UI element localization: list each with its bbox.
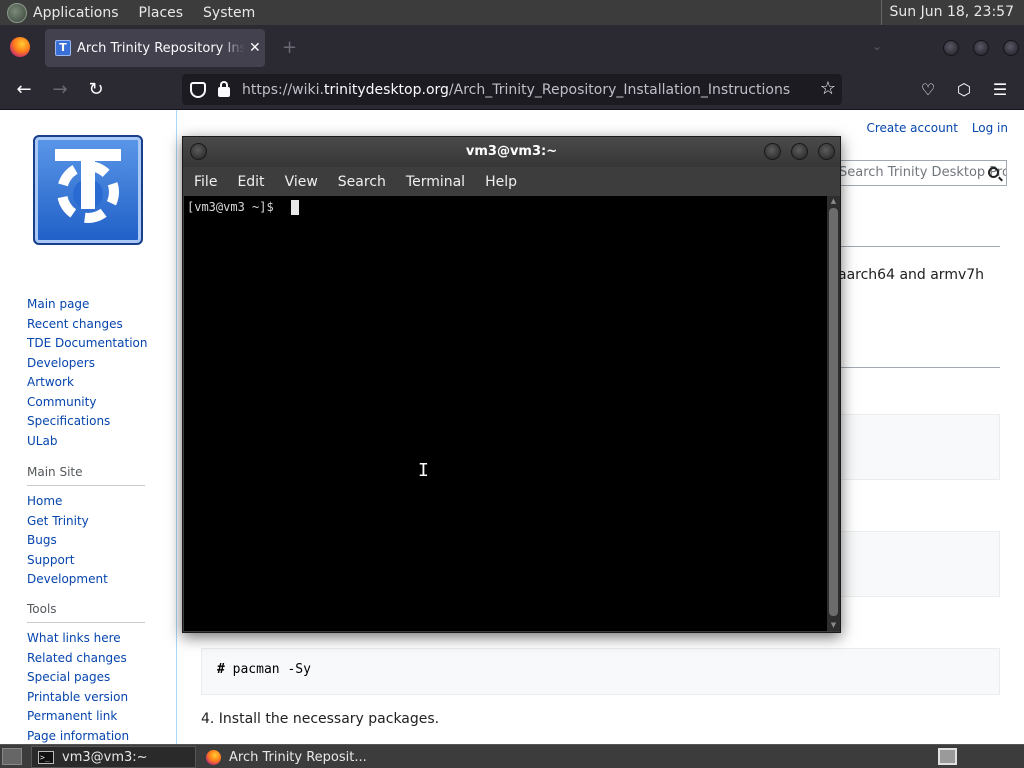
search-icon[interactable] [988,167,999,178]
tools-link-special-pages[interactable]: Special pages [27,668,145,688]
scroll-up-icon[interactable]: ▲ [829,197,838,206]
app-menu-icon[interactable]: ☰ [988,78,1012,102]
main-site-link-support[interactable]: Support [27,551,145,571]
back-icon[interactable]: ← [12,78,36,102]
tools-link-related-changes[interactable]: Related changes [27,649,145,669]
main-site-link-home[interactable]: Home [27,492,145,512]
forward-icon[interactable]: → [48,78,72,102]
main-site-link-bugs[interactable]: Bugs [27,531,145,551]
terminal-menu-edit[interactable]: Edit [237,174,264,190]
nav-link-ulab[interactable]: ULab [27,432,145,452]
close-tab-icon[interactable]: ✕ [249,40,261,56]
tab-title: Arch Trinity Repository Installation Ins… [77,40,245,56]
terminal-screen[interactable]: [vm3@vm3 ~]$ I [184,196,827,631]
wiki-search-input[interactable]: Search Trinity Desktop Project [828,160,1007,186]
terminal-menu-search[interactable]: Search [338,174,386,190]
taskbar-item-label: Arch Trinity Reposit... [229,749,367,765]
workspace-switcher[interactable] [938,748,957,765]
nav-link-tde-documentation[interactable]: TDE Documentation [27,334,147,354]
tools-link-printable-version[interactable]: Printable version [27,688,145,708]
tracking-protection-shield-icon[interactable] [190,81,206,98]
terminal-close-button[interactable] [818,143,835,160]
mouse-ibeam-cursor-icon: I [418,460,429,481]
nav-link-developers[interactable]: Developers [27,354,145,374]
nav-link-recent-changes[interactable]: Recent changes [27,315,145,335]
firefox-icon [206,749,221,765]
new-tab-icon[interactable]: + [282,37,297,58]
main-site-link-development[interactable]: Development [27,570,145,590]
personal-tools: Create account Log in [856,121,1008,135]
browser-tab[interactable]: T Arch Trinity Repository Installation I… [45,29,265,67]
architecture-text: aarch64 and armv7h [838,267,985,283]
scrollbar-thumb[interactable] [829,208,838,616]
minimize-window-button[interactable] [943,40,959,56]
terminal-titlebar[interactable]: vm3@vm3:~ [183,137,840,167]
nav-link-community[interactable]: Community [27,393,145,413]
applications-menu[interactable]: Applications [33,5,119,21]
bottom-panel: >_ vm3@vm3:~ Arch Trinity Reposit... [0,744,1024,768]
terminal-window[interactable]: vm3@vm3:~ File Edit View Search Terminal… [182,136,841,633]
trinity-logo[interactable] [33,135,143,245]
main-site-heading: Main Site [27,465,145,486]
close-window-button[interactable] [1003,40,1019,56]
text-cursor [291,200,299,215]
tools-link-page-information[interactable]: Page information [27,727,145,745]
trinity-favicon-icon: T [55,40,71,56]
tools-heading: Tools [27,602,145,623]
search-placeholder: Search Trinity Desktop Project [839,165,1006,180]
places-menu[interactable]: Places [139,5,184,21]
show-desktop-icon[interactable] [2,748,22,765]
extensions-icon[interactable]: ⬡ [952,78,976,102]
navigation-portal: Main page Recent changes TDE Documentati… [27,295,147,452]
terminal-minimize-button[interactable] [764,143,781,160]
main-site-portal: Main Site Home Get Trinity Bugs Support … [27,465,145,590]
nav-link-main-page[interactable]: Main page [27,295,145,315]
pocket-icon[interactable]: ♡ [916,78,940,102]
terminal-icon: >_ [38,750,54,764]
nav-link-specifications[interactable]: Specifications [27,412,145,432]
terminal-title: vm3@vm3:~ [465,144,558,159]
system-menu[interactable]: System [203,5,255,21]
terminal-maximize-button[interactable] [791,143,808,160]
taskbar-item-terminal[interactable]: >_ vm3@vm3:~ [31,746,196,768]
bookmark-star-icon[interactable]: ☆ [820,78,836,99]
browser-tab-strip: T Arch Trinity Repository Installation I… [0,25,1024,70]
terminal-menu-terminal[interactable]: Terminal [406,174,465,190]
log-in-link[interactable]: Log in [972,121,1008,135]
terminal-menu-help[interactable]: Help [485,174,517,190]
terminal-menubar: File Edit View Search Terminal Help [183,167,840,196]
url-bar[interactable]: https://wiki.trinitydesktop.org/Arch_Tri… [182,74,842,105]
maximize-window-button[interactable] [973,40,989,56]
tools-link-what-links-here[interactable]: What links here [27,629,145,649]
terminal-menu-view[interactable]: View [285,174,318,190]
top-panel: Applications Places System Sun Jun 18, 2… [0,0,1024,25]
taskbar-item-firefox[interactable]: Arch Trinity Reposit... [200,746,400,768]
main-site-link-get-trinity[interactable]: Get Trinity [27,512,145,532]
create-account-link[interactable]: Create account [866,121,958,135]
lock-icon[interactable] [218,81,230,97]
nav-link-artwork[interactable]: Artwork [27,373,145,393]
list-all-tabs-icon[interactable]: ⌄ [872,39,882,53]
tools-portal: Tools What links here Related changes Sp… [27,602,145,744]
navigation-toolbar: ← → ↻ https://wiki.trinitydesktop.org/Ar… [0,70,1024,110]
tools-link-permanent-link[interactable]: Permanent link [27,707,145,727]
taskbar-item-label: vm3@vm3:~ [62,749,148,765]
clock[interactable]: Sun Jun 18, 23:57 [880,0,1024,25]
pacman-command: # pacman -Sy [217,662,311,677]
firefox-view-icon[interactable] [10,37,30,57]
terminal-menu-file[interactable]: File [194,174,217,190]
code-block-pacman: # pacman -Sy [201,648,1000,695]
reload-icon[interactable]: ↻ [84,78,108,102]
terminal-scrollbar[interactable]: ▲ ▼ [827,196,840,631]
shell-prompt: [vm3@vm3 ~]$ [187,200,281,214]
step-4-text: 4. Install the necessary packages. [201,711,440,727]
scroll-down-icon[interactable]: ▼ [829,621,838,630]
sidebar-divider [176,110,177,744]
distro-logo-icon[interactable] [7,2,27,23]
url-text[interactable]: https://wiki.trinitydesktop.org/Arch_Tri… [242,82,790,98]
